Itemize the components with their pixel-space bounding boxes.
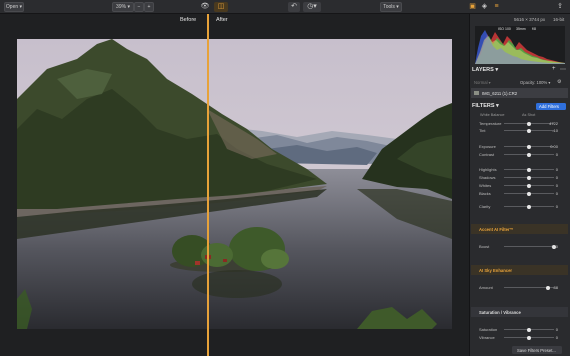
contrast-slider-knob[interactable]: [527, 152, 531, 157]
after-label: After: [216, 17, 228, 23]
vibrance-slider-knob[interactable]: [527, 335, 531, 340]
layer-name: IMG_6211 (1).CR2: [482, 90, 518, 96]
boost-value[interactable]: 100: [544, 244, 558, 249]
open-menu-button[interactable]: Open ▾: [4, 2, 24, 12]
blend-mode-dropdown[interactable]: Normal ▾: [474, 80, 491, 85]
add-filters-label: Add Filters: [539, 104, 560, 110]
exposure-slider-knob[interactable]: [527, 144, 531, 149]
blacks-slider-knob[interactable]: [527, 191, 531, 196]
save-preset-button[interactable]: Save Filters Preset...: [512, 346, 562, 354]
top-toolbar: Open ▾ 39% ▾ − + 👁 ◫ ↶ ◷▾ Tools ▾ ▣ ◈ ≡ …: [0, 0, 570, 14]
image-icon[interactable]: ▣: [468, 2, 477, 12]
whites-value[interactable]: 0: [544, 183, 558, 188]
whites-slider-knob[interactable]: [527, 183, 531, 188]
zoom-in-button[interactable]: +: [144, 2, 154, 12]
share-icon[interactable]: ⇪: [555, 2, 565, 12]
save-preset-label: Save Filters Preset...: [517, 347, 556, 353]
histogram-stat-focal: 35mm: [516, 27, 526, 31]
zoom-dropdown[interactable]: 39% ▾: [112, 2, 134, 12]
white-balance-label: White Balance: [480, 113, 505, 117]
accent-ai-section-header[interactable]: Accent AI Filter™: [471, 224, 568, 234]
histogram-stat-aperture: f/8: [532, 27, 536, 31]
temperature-slider-knob[interactable]: [527, 121, 531, 126]
bit-depth: 16-bit: [553, 17, 565, 22]
before-after-divider-handle[interactable]: [207, 14, 209, 356]
clarity-value[interactable]: 0: [544, 204, 558, 209]
filters-header[interactable]: FILTERS ▾: [472, 103, 499, 109]
boost-label: Boost: [479, 244, 490, 249]
shadows-label: Shadows: [479, 175, 496, 180]
tint-slider-knob[interactable]: [527, 128, 531, 133]
photo-preview[interactable]: [17, 39, 452, 329]
undo-icon[interactable]: ↶: [288, 2, 300, 12]
image-dimensions: 5616 × 3744 px: [514, 17, 546, 22]
blacks-label: Blacks: [479, 191, 491, 196]
saturation-section-header[interactable]: Saturation / Vibrance: [471, 307, 568, 317]
compare-view-icon[interactable]: ◫: [214, 2, 228, 12]
saturation-slider-knob[interactable]: [527, 327, 531, 332]
highlights-value[interactable]: 0: [544, 167, 558, 172]
highlights-slider-knob[interactable]: [527, 167, 531, 172]
temperature-label: Temperature: [479, 121, 502, 126]
histogram: [475, 26, 565, 64]
shadows-value[interactable]: 0: [544, 175, 558, 180]
tint-label: Tint: [479, 128, 486, 133]
contrast-value[interactable]: 0: [544, 152, 558, 157]
tools-menu-button[interactable]: Tools ▾: [380, 2, 402, 12]
exposure-label: Exposure: [479, 144, 496, 149]
tint-value[interactable]: -10: [544, 128, 558, 133]
opacity-dropdown[interactable]: Opacity: 100% ▾: [520, 80, 551, 85]
histogram-stat-iso: ISO 100: [498, 27, 511, 31]
amount-value[interactable]: 88: [544, 285, 558, 290]
clarity-slider-knob[interactable]: [527, 204, 531, 209]
amount-label: Amount: [479, 285, 493, 290]
layer-thumbnail: [474, 91, 479, 95]
saturation-value[interactable]: 0: [544, 327, 558, 332]
zoom-out-button[interactable]: −: [134, 2, 144, 12]
layer-menu-icon[interactable]: ⋯: [560, 66, 566, 73]
layers-icon[interactable]: ◈: [480, 2, 489, 12]
histogram-graph: [475, 30, 565, 64]
whites-label: Whites: [479, 183, 492, 188]
exposure-value[interactable]: 0.00: [544, 144, 558, 149]
add-layer-icon[interactable]: +: [552, 66, 556, 72]
layers-header[interactable]: LAYERS ▾: [472, 67, 498, 73]
landscape-photo: [17, 39, 452, 329]
history-icon[interactable]: ◷▾: [303, 2, 321, 12]
add-filters-button[interactable]: Add Filters: [536, 103, 566, 110]
shadows-slider-knob[interactable]: [527, 175, 531, 180]
eye-icon[interactable]: 👁: [199, 2, 211, 12]
clarity-label: Clarity: [479, 204, 491, 209]
vibrance-label: Vibrance: [479, 335, 495, 340]
ai-sky-title: AI Sky Enhancer: [479, 268, 513, 273]
blacks-value[interactable]: 0: [544, 191, 558, 196]
adjustments-icon[interactable]: ≡: [492, 2, 501, 12]
saturation-title: Saturation / Vibrance: [479, 310, 521, 315]
temperature-value[interactable]: 4722: [544, 121, 558, 126]
accent-ai-title: Accent AI Filter™: [479, 227, 514, 232]
white-balance-dropdown[interactable]: As Shot: [522, 113, 535, 117]
layer-settings-icon[interactable]: ⚙: [557, 79, 561, 85]
before-label: Before: [180, 17, 197, 23]
layer-item[interactable]: IMG_6211 (1).CR2: [471, 88, 568, 98]
ai-sky-section-header[interactable]: AI Sky Enhancer: [471, 265, 568, 275]
saturation-label: Saturation: [479, 327, 498, 332]
contrast-label: Contrast: [479, 152, 495, 157]
highlights-label: Highlights: [479, 167, 497, 172]
vibrance-value[interactable]: 0: [544, 335, 558, 340]
